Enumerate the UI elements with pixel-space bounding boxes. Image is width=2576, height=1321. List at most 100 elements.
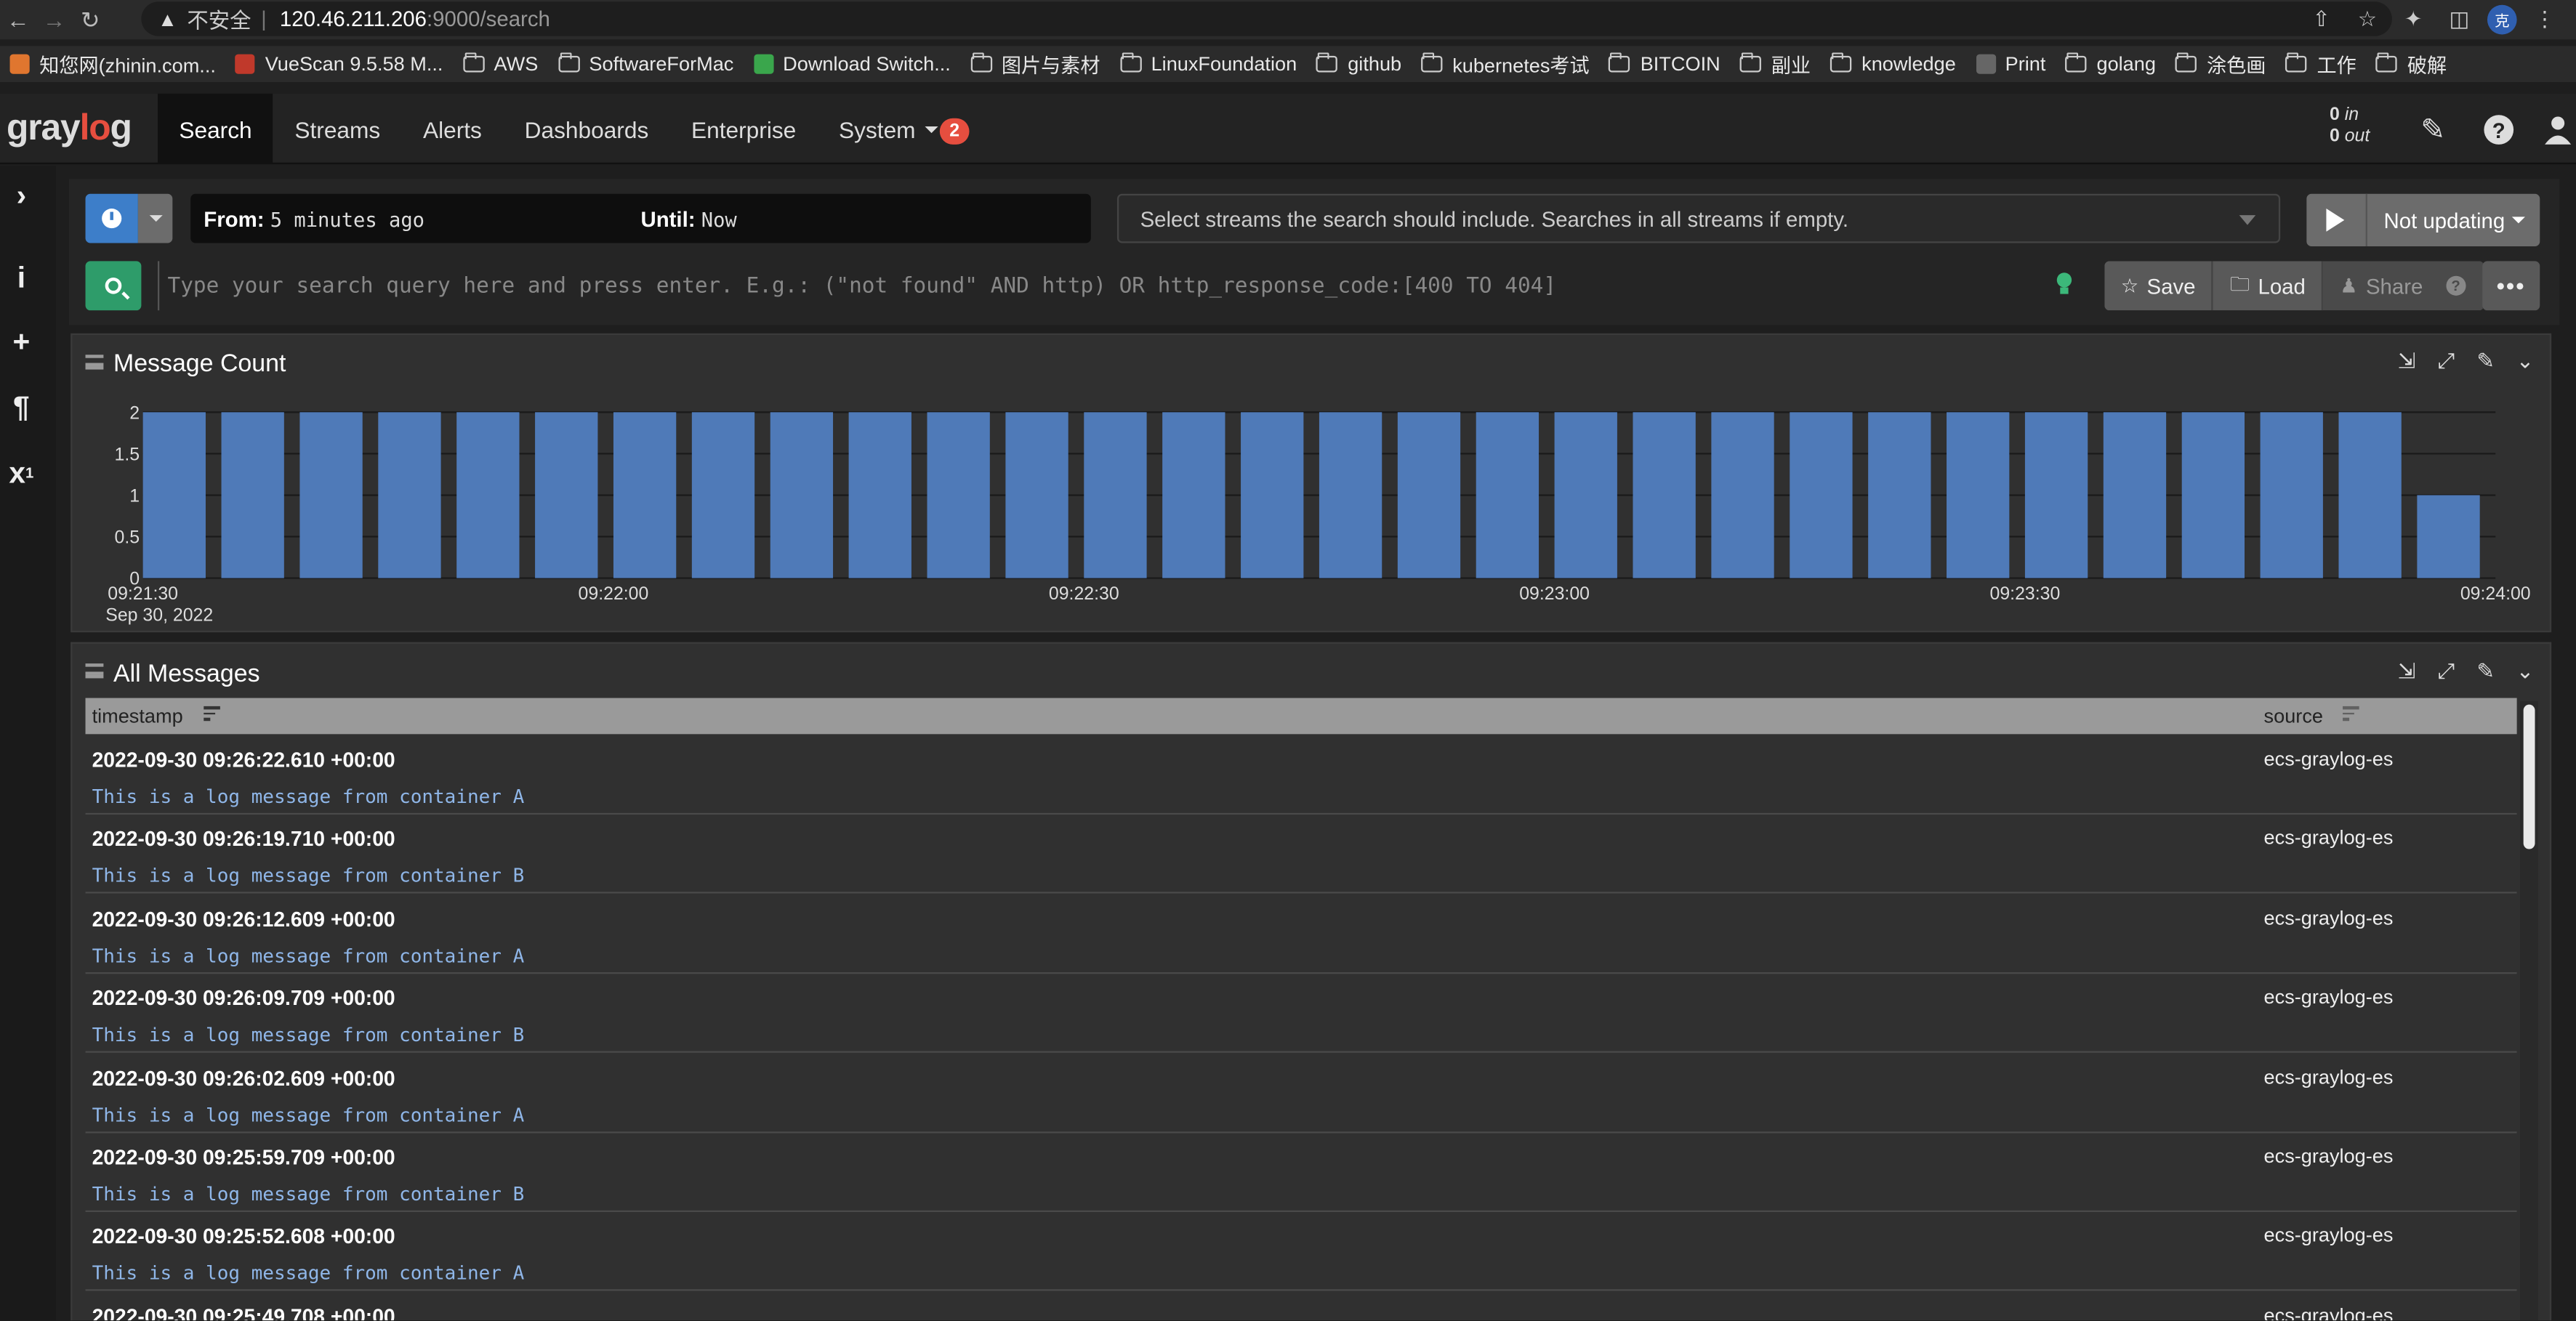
drag-handle-icon[interactable]: [85, 663, 104, 679]
help-icon[interactable]: ?: [2481, 112, 2517, 148]
share-page-icon[interactable]: ⇧: [2303, 1, 2340, 38]
chart-bar[interactable]: [535, 412, 598, 578]
profile-avatar[interactable]: 克: [2487, 4, 2517, 35]
chart-bar[interactable]: [770, 412, 834, 578]
edit-icon[interactable]: ✎: [2474, 658, 2497, 683]
nav-alerts[interactable]: Alerts: [402, 94, 504, 164]
chart-bar[interactable]: [2103, 412, 2167, 578]
bookmark-item[interactable]: kubernetes考试: [1421, 50, 1590, 78]
search-query-input[interactable]: Type your search query here and press en…: [157, 261, 2047, 311]
bookmark-item[interactable]: 破解: [2375, 50, 2447, 78]
chart-bar[interactable]: [1947, 412, 2010, 578]
throughput-indicator[interactable]: 0 in 0 out: [2330, 105, 2370, 148]
sidepanel-icon[interactable]: ◫: [2442, 1, 2478, 38]
chart-bar[interactable]: [221, 412, 284, 578]
scrollbar-thumb[interactable]: [2523, 704, 2535, 849]
chart-bar[interactable]: [299, 412, 363, 578]
chart-bar[interactable]: [613, 412, 677, 578]
chart-bar[interactable]: [1633, 412, 1696, 578]
nav-enterprise[interactable]: Enterprise: [670, 94, 818, 164]
nav-system[interactable]: System: [818, 94, 960, 164]
bookmark-item[interactable]: BITCOIN: [1609, 52, 1720, 76]
chart-bar[interactable]: [1084, 412, 1147, 578]
search-button[interactable]: [85, 261, 142, 311]
expand-sidebar-icon[interactable]: ›: [5, 178, 38, 211]
user-icon[interactable]: [2540, 112, 2576, 148]
bookmark-item[interactable]: 工作: [2285, 50, 2356, 78]
nav-dashboards[interactable]: Dashboards: [503, 94, 669, 164]
chart-bar[interactable]: [848, 412, 911, 578]
chevron-down-icon[interactable]: ⌄: [2513, 658, 2537, 683]
time-range-dropdown[interactable]: [137, 193, 173, 243]
table-row[interactable]: 2022-09-30 09:26:09.709 +00:00 This is a …: [85, 974, 2517, 1054]
chart-bar[interactable]: [456, 412, 520, 578]
table-row[interactable]: 2022-09-30 09:25:59.709 +00:00 This is a …: [85, 1134, 2517, 1213]
graylog-logo[interactable]: graylog: [7, 107, 132, 150]
column-source[interactable]: source: [2264, 705, 2323, 728]
chart-bar[interactable]: [1554, 412, 1617, 578]
bookmark-item[interactable]: 副业: [1739, 50, 1811, 78]
bookmark-item[interactable]: AWS: [462, 52, 538, 76]
table-row[interactable]: 2022-09-30 09:25:49.708 +00:00 ecs-graylo…: [86, 1292, 2517, 1320]
insecure-label[interactable]: 不安全: [187, 4, 251, 35]
address-bar[interactable]: ▲ 不安全 | 120.46.211.206 :9000/search: [141, 1, 2392, 36]
bookmark-item[interactable]: knowledge: [1830, 52, 1956, 76]
load-button[interactable]: 🗀 Load: [2213, 261, 2324, 311]
bookmark-item[interactable]: Print: [1975, 52, 2045, 76]
time-range-display[interactable]: From: 5 minutes ago Until: Now: [190, 193, 1091, 243]
bookmark-item[interactable]: 知您网(zhinin.com...: [9, 50, 216, 78]
bookmark-item[interactable]: Download Switch...: [753, 52, 951, 76]
save-button[interactable]: ☆ Save: [2104, 261, 2214, 311]
chart-bar[interactable]: [2024, 412, 2088, 578]
bookmark-item[interactable]: VueScan 9.5.58 M...: [236, 52, 443, 76]
bookmark-star-icon[interactable]: ☆: [2349, 1, 2386, 38]
chart-bar[interactable]: [1397, 412, 1461, 578]
messages-scrollbar[interactable]: [2520, 701, 2539, 1321]
bookmark-item[interactable]: 图片与素材: [970, 50, 1100, 78]
chart-bar[interactable]: [142, 412, 206, 578]
field-subscript-icon[interactable]: x1: [5, 456, 38, 489]
chart-bar[interactable]: [378, 412, 441, 578]
sort-icon[interactable]: [204, 706, 220, 723]
table-row[interactable]: 2022-09-30 09:26:19.710 +00:00 This is a …: [85, 815, 2517, 894]
bookmark-item[interactable]: LinuxFoundation: [1119, 52, 1297, 76]
compress-icon[interactable]: ⇲: [2395, 658, 2418, 683]
forward-icon[interactable]: →: [36, 1, 73, 38]
table-row[interactable]: 2022-09-30 09:25:52.608 +00:00 This is a …: [85, 1213, 2517, 1292]
notification-badge[interactable]: 2: [939, 118, 970, 145]
chart-bar[interactable]: [1162, 412, 1225, 578]
chart-bar[interactable]: [2338, 412, 2402, 578]
chart-bar[interactable]: [927, 412, 990, 578]
share-button[interactable]: ♟ Share?: [2323, 261, 2484, 311]
chart-bar[interactable]: [2417, 495, 2480, 578]
plus-icon[interactable]: +: [5, 324, 38, 358]
chart-bar[interactable]: [1319, 412, 1382, 578]
query-help-bulb-icon[interactable]: [2056, 272, 2074, 296]
refresh-control-button[interactable]: Not updating: [2306, 193, 2540, 247]
info-icon[interactable]: i: [5, 260, 38, 294]
bookmark-item[interactable]: github: [1316, 52, 1401, 76]
nav-streams[interactable]: Streams: [273, 94, 402, 164]
chart-bar[interactable]: [1241, 412, 1304, 578]
nav-search[interactable]: Search: [157, 93, 274, 165]
bookmark-item[interactable]: SoftwareForMac: [558, 52, 733, 76]
edit-icon[interactable]: ✎: [2415, 112, 2452, 148]
bookmark-item[interactable]: 涂色画: [2175, 50, 2266, 78]
paragraph-icon[interactable]: ¶: [5, 390, 38, 424]
chart-bar[interactable]: [1790, 412, 1853, 578]
time-range-type-button[interactable]: [85, 193, 138, 243]
back-icon[interactable]: ←: [0, 1, 36, 38]
reload-icon[interactable]: ↻: [72, 1, 108, 38]
chart-bar[interactable]: [691, 412, 755, 578]
bookmark-item[interactable]: golang: [2065, 52, 2156, 76]
chart-bar[interactable]: [1711, 412, 1774, 578]
extensions-icon[interactable]: ✦: [2395, 1, 2431, 38]
table-row[interactable]: 2022-09-30 09:26:12.609 +00:00 This is a …: [85, 894, 2517, 974]
sort-icon[interactable]: [2343, 706, 2359, 723]
chart-bar[interactable]: [2260, 412, 2323, 578]
column-timestamp[interactable]: timestamp: [92, 705, 183, 728]
streams-select[interactable]: Select streams the search should include…: [1116, 193, 2281, 243]
chart-bar[interactable]: [1005, 412, 1068, 578]
chart-bar[interactable]: [1476, 412, 1539, 578]
table-row[interactable]: 2022-09-30 09:26:22.610 +00:00 This is a …: [85, 736, 2517, 815]
